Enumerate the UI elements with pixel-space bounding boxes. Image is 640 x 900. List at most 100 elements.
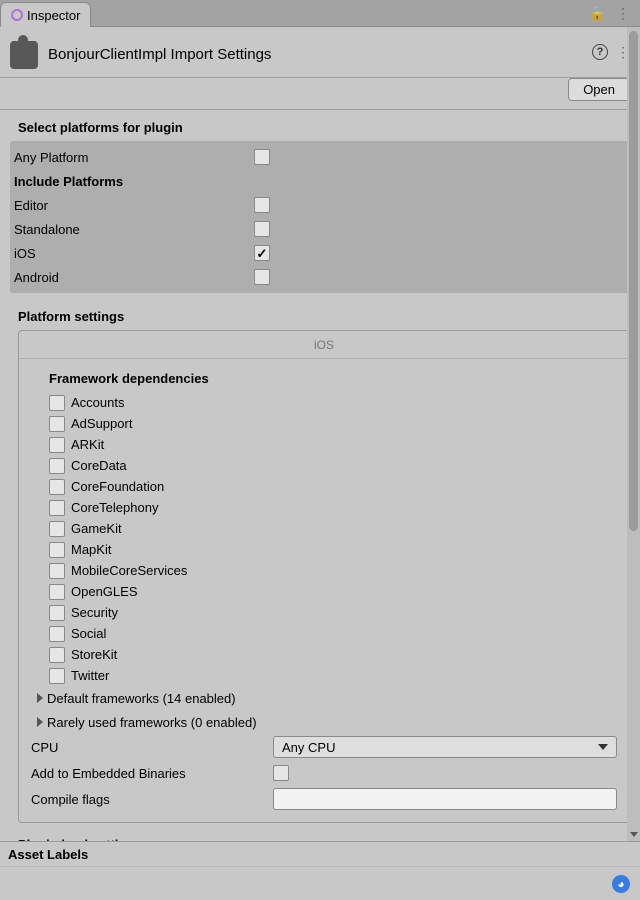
framework-item[interactable]: Accounts [49,392,623,413]
help-icon[interactable]: ? [592,44,608,60]
framework-checkbox[interactable] [49,605,65,621]
framework-checkbox[interactable] [49,563,65,579]
any-platform-label: Any Platform [14,150,254,165]
framework-label: Security [71,605,118,620]
cloud-icon[interactable]: ◕ [612,875,630,893]
framework-checkbox[interactable] [49,395,65,411]
framework-label: Twitter [71,668,109,683]
framework-item[interactable]: OpenGLES [49,581,623,602]
framework-item[interactable]: ARKit [49,434,623,455]
tab-inspector[interactable]: Inspector [0,2,91,27]
framework-checkbox[interactable] [49,416,65,432]
asset-header: BonjourClientImpl Import Settings ? ⋮ [0,27,640,78]
scrollbar-thumb[interactable] [629,31,638,531]
framework-item[interactable]: CoreData [49,455,623,476]
platform-label: iOS [14,246,254,261]
framework-checkbox[interactable] [49,521,65,537]
framework-item[interactable]: Security [49,602,623,623]
framework-item[interactable]: MobileCoreServices [49,560,623,581]
open-button[interactable]: Open [568,78,630,101]
framework-item[interactable]: CoreFoundation [49,476,623,497]
platform-row-ios[interactable]: iOS [10,241,630,265]
compile-flags-input[interactable] [273,788,617,810]
framework-checkbox[interactable] [49,479,65,495]
framework-item[interactable]: StoreKit [49,644,623,665]
rare-frameworks-label: Rarely used frameworks (0 enabled) [47,715,257,730]
framework-item[interactable]: MapKit [49,539,623,560]
lock-icon[interactable]: 🔒 [589,5,606,22]
platform-checkbox[interactable] [254,245,270,261]
scrollbar[interactable] [627,27,640,841]
framework-item[interactable]: Social [49,623,623,644]
framework-label: Accounts [71,395,124,410]
compile-label: Compile flags [31,792,267,807]
platforms-panel: Any Platform Include Platforms Editor Sta… [10,141,630,293]
frameworks-title: Framework dependencies [25,371,623,392]
framework-label: MapKit [71,542,111,557]
asset-title: BonjourClientImpl Import Settings [48,42,582,63]
framework-checkbox[interactable] [49,500,65,516]
framework-label: CoreTelephony [71,500,158,515]
cpu-dropdown[interactable]: Any CPU [273,736,617,758]
footer: ◕ [0,866,640,900]
chevron-right-icon [37,693,43,703]
framework-item[interactable]: AdSupport [49,413,623,434]
cpu-value: Any CPU [282,740,335,755]
framework-checkbox[interactable] [49,584,65,600]
cpu-label: CPU [31,740,267,755]
any-platform-row[interactable]: Any Platform [10,145,630,169]
framework-checkbox[interactable] [49,458,65,474]
framework-label: StoreKit [71,647,117,662]
rare-frameworks-foldout[interactable]: Rarely used frameworks (0 enabled) [25,710,623,734]
compile-row: Compile flags [25,786,623,812]
cpu-row: CPU Any CPU [25,734,623,760]
tab-bar: Inspector 🔒 ⋮ [0,0,640,27]
frameworks-list: Accounts AdSupport ARKit CoreData CoreFounda… [25,392,623,686]
tab-label: Inspector [27,8,80,23]
scroll-down-icon[interactable] [629,829,638,839]
default-frameworks-foldout[interactable]: Default frameworks (14 enabled) [25,686,623,710]
platform-settings-tab[interactable]: iOS [19,331,629,359]
framework-label: CoreData [71,458,127,473]
platform-row-editor[interactable]: Editor [10,193,630,217]
platform-settings-title: Platform settings [0,299,640,330]
embedded-row: Add to Embedded Binaries [25,760,623,786]
framework-label: Social [71,626,106,641]
platform-label: Editor [14,198,254,213]
framework-checkbox[interactable] [49,668,65,684]
framework-label: GameKit [71,521,122,536]
platform-settings-box: iOS Framework dependencies Accounts AdSup… [18,330,630,823]
framework-label: ARKit [71,437,104,452]
default-frameworks-label: Default frameworks (14 enabled) [47,691,236,706]
platform-checkbox[interactable] [254,269,270,285]
framework-checkbox[interactable] [49,542,65,558]
any-platform-checkbox[interactable] [254,149,270,165]
framework-item[interactable]: CoreTelephony [49,497,623,518]
platform-label: Standalone [14,222,254,237]
framework-label: CoreFoundation [71,479,164,494]
platform-row-android[interactable]: Android [10,265,630,289]
chevron-down-icon [598,744,608,750]
plugin-icon [10,41,38,69]
asset-labels-title: Asset Labels [0,841,640,866]
framework-item[interactable]: Twitter [49,665,623,686]
platform-row-standalone[interactable]: Standalone [10,217,630,241]
framework-label: MobileCoreServices [71,563,187,578]
framework-item[interactable]: GameKit [49,518,623,539]
inspector-icon [11,9,23,21]
framework-label: AdSupport [71,416,132,431]
framework-checkbox[interactable] [49,626,65,642]
kebab-icon[interactable]: ⋮ [616,5,630,22]
embedded-checkbox[interactable] [273,765,289,781]
include-platforms-title: Include Platforms [10,169,630,193]
chevron-right-icon [37,717,43,727]
platform-label: Android [14,270,254,285]
platform-tab-label: iOS [314,338,334,352]
framework-checkbox[interactable] [49,647,65,663]
platform-checkbox[interactable] [254,221,270,237]
framework-label: OpenGLES [71,584,138,599]
platform-checkbox[interactable] [254,197,270,213]
platforms-title: Select platforms for plugin [0,110,640,141]
framework-checkbox[interactable] [49,437,65,453]
embedded-label: Add to Embedded Binaries [31,766,267,781]
